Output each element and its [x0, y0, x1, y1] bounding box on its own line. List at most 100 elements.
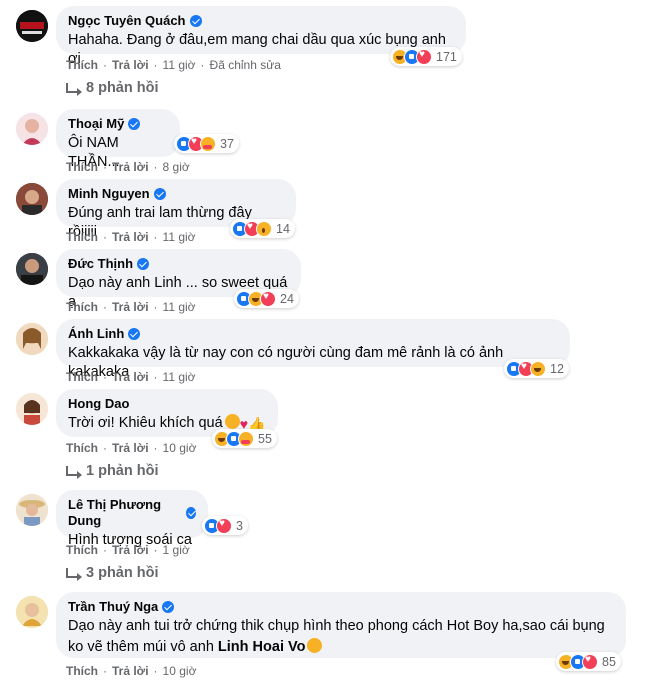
author-name[interactable]: Đức Thịnh [68, 256, 133, 272]
reply-button[interactable]: Trả lời [112, 58, 149, 72]
avatar[interactable] [16, 393, 48, 425]
avatar[interactable] [16, 323, 48, 355]
timestamp[interactable]: 11 giờ [163, 58, 196, 72]
mention-link[interactable]: Linh Hoai Vo [218, 639, 306, 655]
timestamp[interactable]: 11 giờ [163, 370, 196, 384]
like-button[interactable]: Thích [66, 664, 98, 678]
comment-bubble: Trần Thuý Nga Dạo này anh tui trở chứng … [56, 592, 626, 658]
comment-actions: Thích · Trả lời · 11 giờ · Đã chỉnh sửa [66, 58, 281, 72]
reply-button[interactable]: Trả lời [112, 441, 149, 455]
like-button[interactable]: Thích [66, 230, 98, 244]
care-icon [238, 430, 254, 447]
reaction-summary[interactable]: 55 [212, 429, 277, 448]
comment-text: Dạo này anh tui trở chứng thik chụp hình… [68, 618, 605, 634]
avatar[interactable] [16, 183, 48, 215]
reaction-count: 37 [220, 136, 234, 151]
timestamp[interactable]: 1 giờ [163, 543, 190, 557]
comment-actions: Thích · Trả lời · 11 giờ [66, 370, 196, 384]
reply-button[interactable]: Trả lời [112, 300, 149, 314]
like-button[interactable]: Thích [66, 160, 98, 174]
like-button[interactable]: Thích [66, 370, 98, 384]
avatar-image-icon [16, 393, 48, 425]
replies-count: 1 phản hồi [86, 463, 159, 479]
verified-badge-icon [153, 188, 166, 200]
love-icon [260, 290, 276, 307]
comment-bubble: Ánh Linh Kakkakaka vậy là từ nay con có … [56, 319, 570, 380]
timestamp[interactable]: 10 giờ [163, 441, 197, 455]
avatar-image-icon [16, 596, 48, 628]
reaction-summary[interactable]: 85 [556, 652, 621, 671]
verified-badge-icon [137, 258, 150, 270]
reaction-summary[interactable]: 12 [504, 359, 569, 378]
love-icon [216, 517, 232, 534]
author-name[interactable]: Trần Thuý Nga [68, 599, 158, 615]
reaction-summary[interactable]: 3 [202, 516, 248, 535]
tongue-wink-icon [307, 638, 323, 653]
reaction-count: 24 [280, 291, 294, 306]
comment-actions: Thích · Trả lời · 1 giờ [66, 543, 190, 557]
reply-button[interactable]: Trả lời [112, 664, 149, 678]
view-replies-button[interactable]: 8 phản hồi [66, 80, 159, 96]
avatar[interactable] [16, 10, 48, 42]
verified-badge-icon [185, 507, 196, 519]
reply-arrow-icon [66, 83, 82, 96]
comment-text-body: ko vẽ thêm múi vô anh [68, 639, 214, 655]
comment-actions: Thích · Trả lời · 11 giờ [66, 300, 196, 314]
avatar[interactable] [16, 494, 48, 526]
timestamp[interactable]: 11 giờ [163, 230, 196, 244]
verified-badge-icon [128, 118, 141, 130]
avatar-image-icon [16, 494, 48, 526]
like-button[interactable]: Thích [66, 300, 98, 314]
reaction-summary[interactable]: 24 [234, 289, 299, 308]
avatar-image-icon [16, 183, 48, 215]
avatar-image-icon [16, 113, 48, 145]
view-replies-button[interactable]: 3 phản hồi [66, 565, 159, 581]
reply-button[interactable]: Trả lời [112, 543, 149, 557]
timestamp[interactable]: 10 giờ [163, 664, 197, 678]
author-name[interactable]: Thoại Mỹ [68, 116, 124, 132]
reaction-summary[interactable]: 14 [230, 219, 295, 238]
reply-button[interactable]: Trả lời [112, 160, 149, 174]
heart-eyes-icon [224, 414, 240, 429]
love-icon [416, 48, 432, 65]
reaction-count: 55 [258, 431, 272, 446]
like-button[interactable]: Thích [66, 543, 98, 557]
timestamp[interactable]: 8 giờ [163, 160, 190, 174]
reaction-summary[interactable]: 171 [390, 47, 462, 66]
reaction-count: 171 [436, 49, 457, 64]
haha-icon [530, 360, 546, 377]
reply-arrow-icon [66, 568, 82, 581]
reply-arrow-icon [66, 466, 82, 479]
reply-button[interactable]: Trả lời [112, 370, 149, 384]
reaction-count: 14 [276, 221, 290, 236]
verified-badge-icon [189, 15, 202, 27]
comment-text-line2: ko vẽ thêm múi vô anh Linh Hoai Vo [68, 638, 614, 657]
verified-badge-icon [162, 601, 175, 613]
comment-text-body: Trời ơi! Khiêu khích quá [68, 415, 223, 431]
replies-count: 3 phản hồi [86, 565, 159, 581]
author-name[interactable]: Ánh Linh [68, 326, 124, 342]
author-name[interactable]: Ngọc Tuyên Quách [68, 13, 186, 29]
comment-actions: Thích · Trả lời · 10 giờ [66, 664, 197, 678]
like-button[interactable]: Thích [66, 441, 98, 455]
verified-badge-icon [128, 328, 141, 340]
like-button[interactable]: Thích [66, 58, 98, 72]
avatar-image-icon [16, 253, 48, 285]
view-replies-button[interactable]: 1 phản hồi [66, 463, 159, 479]
reaction-count: 85 [602, 654, 616, 669]
author-name[interactable]: Minh Nguyen [68, 186, 150, 202]
author-name[interactable]: Hong Dao [68, 396, 129, 412]
edited-label: Đã chỉnh sửa [209, 58, 281, 72]
avatar-image-icon [16, 323, 48, 355]
avatar-image-icon [16, 10, 48, 42]
reaction-summary[interactable]: 37 [174, 134, 239, 153]
avatar[interactable] [16, 113, 48, 145]
avatar[interactable] [16, 253, 48, 285]
reply-button[interactable]: Trả lời [112, 230, 149, 244]
care-icon [200, 135, 216, 152]
comment-bubble: Thoại Mỹ Ôi NAM THẦN... [56, 109, 180, 170]
timestamp[interactable]: 11 giờ [163, 300, 196, 314]
avatar[interactable] [16, 596, 48, 628]
comment-bubble: Lê Thị Phương Dung Hình tượng soái ca [56, 490, 208, 548]
author-name[interactable]: Lê Thị Phương Dung [68, 497, 182, 529]
